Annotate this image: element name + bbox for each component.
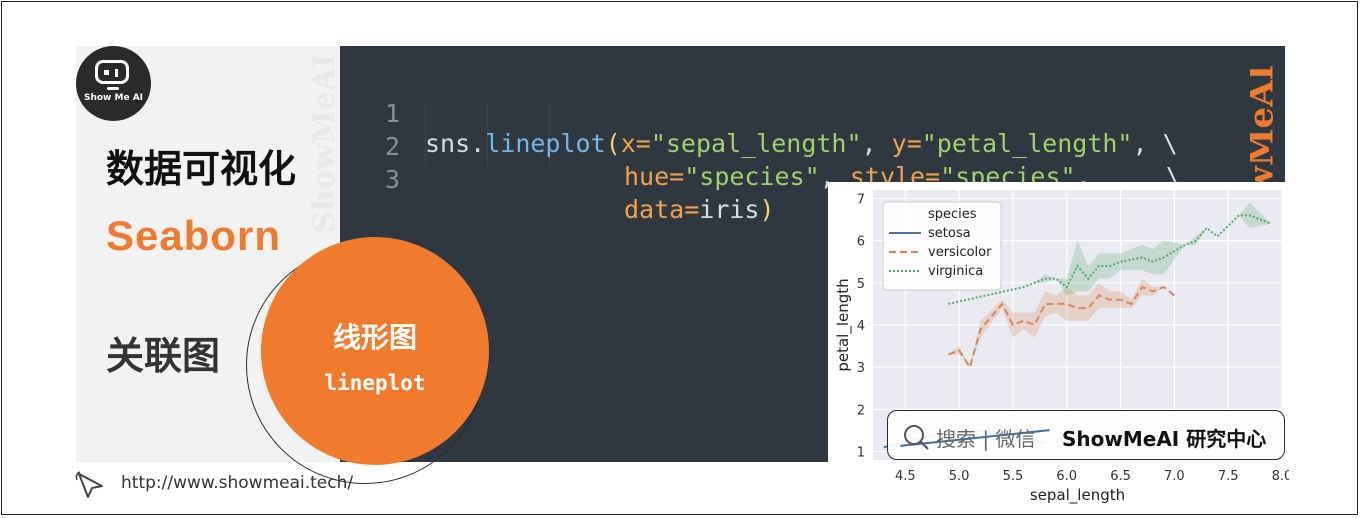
title-en: Seaborn [106,212,282,259]
x-tick-label: 5.5 [1003,469,1024,484]
y-tick-label: 1 [857,446,865,461]
x-tick-label: 6.0 [1056,469,1077,484]
y-tick-label: 2 [857,403,865,418]
subtitle-cn: 关联图 [106,334,221,378]
y-tick-label: 3 [857,361,865,376]
y-axis-label: petal_length [834,278,853,371]
code-line-2: 2 hue="species", style="species", \ [340,102,1181,191]
url-row[interactable]: http://www.showmeai.tech/ [74,470,353,500]
legend-title: species [928,207,977,222]
robot-stand-icon [107,87,119,90]
watermark-left-text: ShowMeAI [306,54,342,233]
robot-face-icon [95,60,129,84]
legend-entry: setosa [928,226,971,241]
y-tick-label: 7 [857,192,865,207]
title-cn: 数据可视化 [106,147,297,191]
code-token: x= [620,129,651,158]
x-tick-label: 7.0 [1164,469,1185,484]
url-link[interactable]: http://www.showmeai.tech/ [121,473,353,493]
code-token: , [861,129,892,158]
code-token: hue= [624,162,685,191]
code-token: lineplot [485,129,606,158]
search-brand: ShowMeAI 研究中心 [1062,427,1267,451]
lineplot-chart: 4.5 5.0 5.5 6.0 6.5 7.0 7.5 8.0 1 2 3 4 5 6 7 sepal_len… [828,182,1292,512]
code-token: , \ [1132,129,1178,158]
line-number: 3 [384,165,400,194]
legend-entry: versicolor [928,245,992,260]
code-token: "sepal_length" [650,129,862,158]
logo-text: Show Me AI [83,93,144,103]
search-placeholder: 搜索 | 微信 [936,427,1036,451]
code-token: "petal_length" [921,129,1133,158]
search-icon [904,425,929,450]
y-tick-label: 6 [857,235,865,250]
circle-subtitle: lineplot [324,371,426,395]
code-token: sns. [425,129,486,158]
code-token: y= [891,129,922,158]
code-token: iris [699,195,760,224]
code-text: data=iris) [624,195,775,225]
watermark-left: ShowMeAI [305,46,345,236]
chart-svg: 4.5 5.0 5.5 6.0 6.5 7.0 7.5 8.0 1 2 3 4 5 6 7 sepal_len… [834,190,1292,505]
x-tick-label: 7.5 [1218,469,1239,484]
circle-title: 线形图 [332,321,417,354]
code-token: data= [624,195,700,224]
code-token: "species" [684,162,820,191]
x-axis-label: sepal_length [1030,486,1125,505]
code-token: ( [605,129,621,158]
code-token: ) [759,195,775,224]
showmeai-logo[interactable]: Show Me AI [76,46,151,121]
code-line-3: 3 data=iris) [340,135,775,224]
x-tick-label: 6.5 [1110,469,1131,484]
legend-entry: virginica [928,264,983,279]
y-tick-label: 4 [857,319,865,334]
code-text: sns.lineplot(x="sepal_length", y="petal_… [425,129,1178,159]
cursor-pointer-icon [75,471,103,498]
x-tick-label: 5.0 [949,469,970,484]
y-tick-label: 5 [857,277,865,292]
wechat-search-box[interactable]: 搜索 | 微信 ShowMeAI 研究中心 [887,410,1285,460]
x-tick-label: 4.5 [895,469,916,484]
x-tick-label: 8.0 [1272,469,1289,484]
code-line-1: 1 sns.lineplot(x="sepal_length", y="peta… [340,69,1178,158]
